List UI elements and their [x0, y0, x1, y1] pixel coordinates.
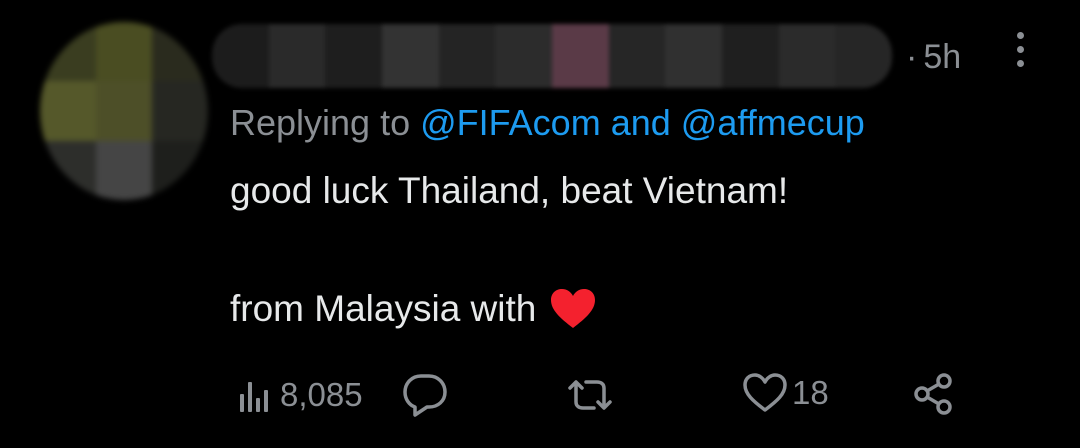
avatar-pixel	[152, 22, 208, 82]
avatar-pixel	[40, 140, 96, 200]
heart-outline-icon	[742, 372, 788, 414]
tweet-text: from Malaysia with	[230, 288, 537, 329]
views-button[interactable]: 8,085	[236, 376, 363, 414]
username-censored	[212, 24, 892, 88]
reply-button[interactable]	[401, 372, 449, 418]
avatar-pixel	[40, 81, 96, 141]
avatar-pixel	[96, 81, 152, 141]
tweet-text-line-2: from Malaysia with	[230, 288, 596, 330]
avatar[interactable]	[40, 22, 208, 200]
reply-icon	[401, 372, 449, 418]
avatar-pixel	[96, 140, 152, 200]
red-heart-icon	[550, 288, 596, 330]
share-icon	[912, 372, 956, 416]
avatar-pixel	[152, 140, 208, 200]
like-button[interactable]: 18	[742, 372, 829, 414]
time-label: 5h	[923, 38, 962, 76]
likes-count: 18	[792, 374, 829, 411]
views-count: 8,085	[280, 376, 363, 413]
tweet-text-line-1: good luck Thailand, beat Vietnam!	[230, 170, 789, 211]
reply-prefix: Replying to	[230, 102, 411, 143]
timestamp[interactable]: · 5h	[906, 38, 961, 77]
more-options-icon[interactable]	[1010, 32, 1030, 76]
retweet-button[interactable]	[564, 374, 616, 416]
time-separator: ·	[906, 38, 918, 76]
retweet-icon	[564, 374, 616, 416]
avatar-pixel	[40, 22, 96, 82]
mention-link-fifacom[interactable]: @FIFAcom	[420, 102, 601, 143]
action-bar: 8,085 18	[236, 372, 976, 422]
replying-to: Replying to @FIFAcom and @affmecup	[230, 102, 865, 144]
mention-link-affmecup[interactable]: @affmecup	[681, 102, 865, 143]
share-button[interactable]	[912, 372, 956, 416]
avatar-pixel	[152, 81, 208, 141]
analytics-icon	[236, 376, 276, 414]
avatar-pixel	[96, 22, 152, 82]
reply-joiner[interactable]: and	[611, 102, 671, 143]
